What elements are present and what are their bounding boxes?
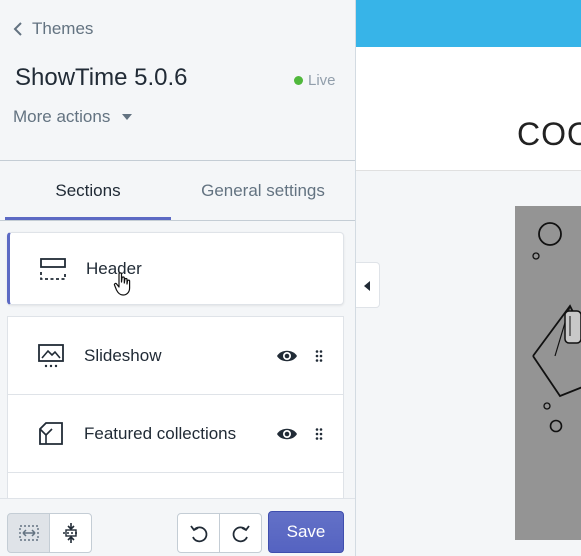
- tab-sections[interactable]: Sections: [5, 161, 171, 220]
- live-status-label: Live: [308, 72, 336, 89]
- eye-icon[interactable]: [276, 349, 298, 363]
- preview-top-row: [356, 47, 581, 101]
- drag-handle-icon[interactable]: [315, 427, 323, 440]
- back-to-themes-link[interactable]: Themes: [12, 18, 93, 40]
- drag-handle-icon[interactable]: [315, 349, 323, 362]
- sidebar-tabs: Sections General settings: [0, 160, 355, 221]
- caret-down-icon: [122, 114, 133, 120]
- fit-width-button[interactable]: [7, 513, 50, 553]
- announcement-bar: [356, 0, 581, 47]
- undo-button[interactable]: [177, 513, 220, 553]
- preview-header: COO: [356, 100, 581, 171]
- section-item-partial[interactable]: [7, 472, 344, 498]
- eye-icon[interactable]: [276, 427, 298, 441]
- section-item-label: Featured collections: [84, 423, 237, 443]
- section-item-featured-collections[interactable]: Featured collections: [7, 394, 344, 472]
- section-item-header[interactable]: Header: [7, 232, 344, 305]
- hero-illustration: [532, 222, 581, 433]
- more-actions-dropdown[interactable]: More actions: [13, 107, 133, 127]
- more-actions-label: More actions: [13, 107, 111, 126]
- tab-sections-label: Sections: [55, 180, 121, 200]
- store-logo: COO: [517, 116, 581, 152]
- theme-preview: COO: [356, 0, 581, 556]
- redo-icon: [232, 525, 250, 543]
- fit-width-icon: [18, 525, 39, 541]
- collapse-sidebar-toggle[interactable]: [356, 262, 380, 308]
- undo-icon: [189, 525, 207, 543]
- live-dot-icon: [294, 76, 303, 85]
- section-item-slideshow[interactable]: Slideshow: [7, 316, 344, 394]
- section-item-label: Slideshow: [84, 345, 162, 365]
- theme-name: ShowTime 5.0.6: [15, 64, 188, 91]
- redo-button[interactable]: [219, 513, 262, 553]
- chevron-left-icon: [13, 22, 22, 36]
- collapse-icon: [62, 523, 79, 543]
- save-button[interactable]: Save: [268, 511, 344, 553]
- sections-list: Header Slideshow Featured collections: [0, 222, 355, 498]
- editor-toolbar: Save: [0, 498, 355, 556]
- image-gallery-icon: [38, 343, 64, 367]
- live-status-badge: Live: [294, 72, 336, 89]
- tab-general-settings[interactable]: General settings: [171, 161, 355, 220]
- collapse-button[interactable]: [49, 513, 92, 553]
- tab-general-settings-label: General settings: [201, 180, 325, 200]
- hand-cursor-icon: [113, 272, 131, 296]
- collection-icon: [39, 421, 63, 445]
- preview-hero-image: [515, 206, 581, 540]
- header-layout-icon: [40, 257, 66, 280]
- theme-editor-sidebar: Themes ShowTime 5.0.6 Live More actions …: [0, 0, 356, 556]
- back-label: Themes: [32, 19, 94, 38]
- caret-left-icon: [364, 281, 370, 291]
